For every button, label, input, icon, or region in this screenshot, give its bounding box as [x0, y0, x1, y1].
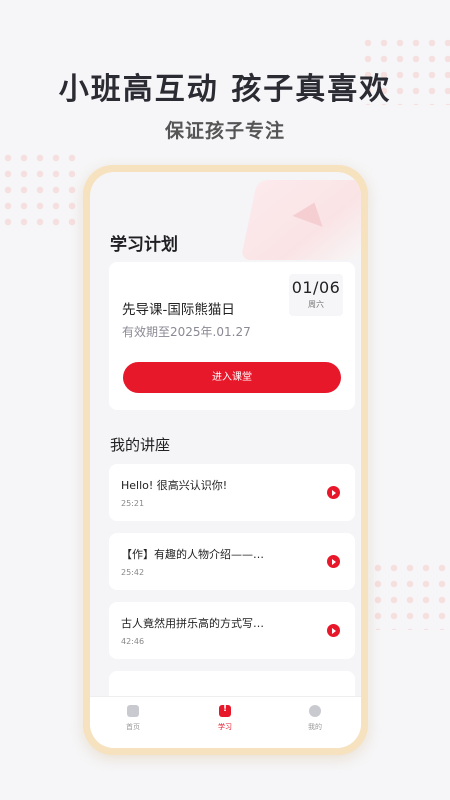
- lecture-duration: 25:21: [121, 499, 145, 508]
- lecture-title: 【作】有趣的人物介绍——…: [121, 548, 264, 561]
- lecture-item[interactable]: Hello! 很高兴认识你! 25:21: [109, 464, 355, 521]
- study-icon: [219, 704, 231, 717]
- app-screen: 学习计划 01/06 周六 先导课-国际熊猫日 有效期至2025年.01.27 …: [90, 172, 361, 748]
- date-number: 01/06: [291, 278, 341, 297]
- play-icon[interactable]: [327, 624, 340, 637]
- lecture-title: Hello! 很高兴认识你!: [121, 479, 228, 492]
- lecture-duration: 25:42: [121, 568, 145, 577]
- home-icon: [127, 705, 139, 717]
- play-icon[interactable]: [327, 486, 340, 499]
- lecture-title: 古人竟然用拼乐高的方式写…: [121, 617, 264, 630]
- tab-label: 学习: [218, 723, 232, 731]
- tab-home[interactable]: 首页: [113, 705, 153, 732]
- tab-profile[interactable]: 我的: [295, 705, 335, 732]
- decorative-dots: [370, 560, 450, 630]
- tab-label: 我的: [308, 723, 322, 731]
- date-weekday: 周六: [308, 300, 324, 309]
- decorative-dots: [0, 150, 80, 230]
- lecture-item[interactable]: 古人竟然用拼乐高的方式写… 42:46: [109, 602, 355, 659]
- enter-classroom-button[interactable]: 进入课堂: [123, 362, 341, 393]
- lecture-section-title: 我的讲座: [110, 436, 171, 454]
- tab-label: 首页: [126, 723, 140, 731]
- play-icon[interactable]: [327, 555, 340, 568]
- bottom-tab-bar: 首页 学习 我的: [90, 696, 361, 748]
- lecture-duration: 42:46: [121, 637, 145, 646]
- tab-study[interactable]: 学习: [205, 704, 245, 732]
- lecture-item[interactable]: 【作】有趣的人物介绍——… 25:42: [109, 533, 355, 590]
- profile-icon: [309, 705, 321, 717]
- expire-text: 有效期至2025年.01.27: [122, 325, 251, 339]
- phone-frame: 学习计划 01/06 周六 先导课-国际熊猫日 有效期至2025年.01.27 …: [83, 165, 368, 755]
- course-name: 先导课-国际熊猫日: [122, 302, 235, 318]
- header-decoration: [240, 180, 361, 260]
- plan-section-title: 学习计划: [110, 235, 178, 255]
- promo-headline: 小班高互动 孩子真喜欢: [58, 72, 392, 107]
- promo-subline: 保证孩子专注: [164, 120, 285, 142]
- date-badge: 01/06 周六: [289, 274, 343, 316]
- plan-card[interactable]: 01/06 周六 先导课-国际熊猫日 有效期至2025年.01.27 进入课堂: [109, 262, 355, 410]
